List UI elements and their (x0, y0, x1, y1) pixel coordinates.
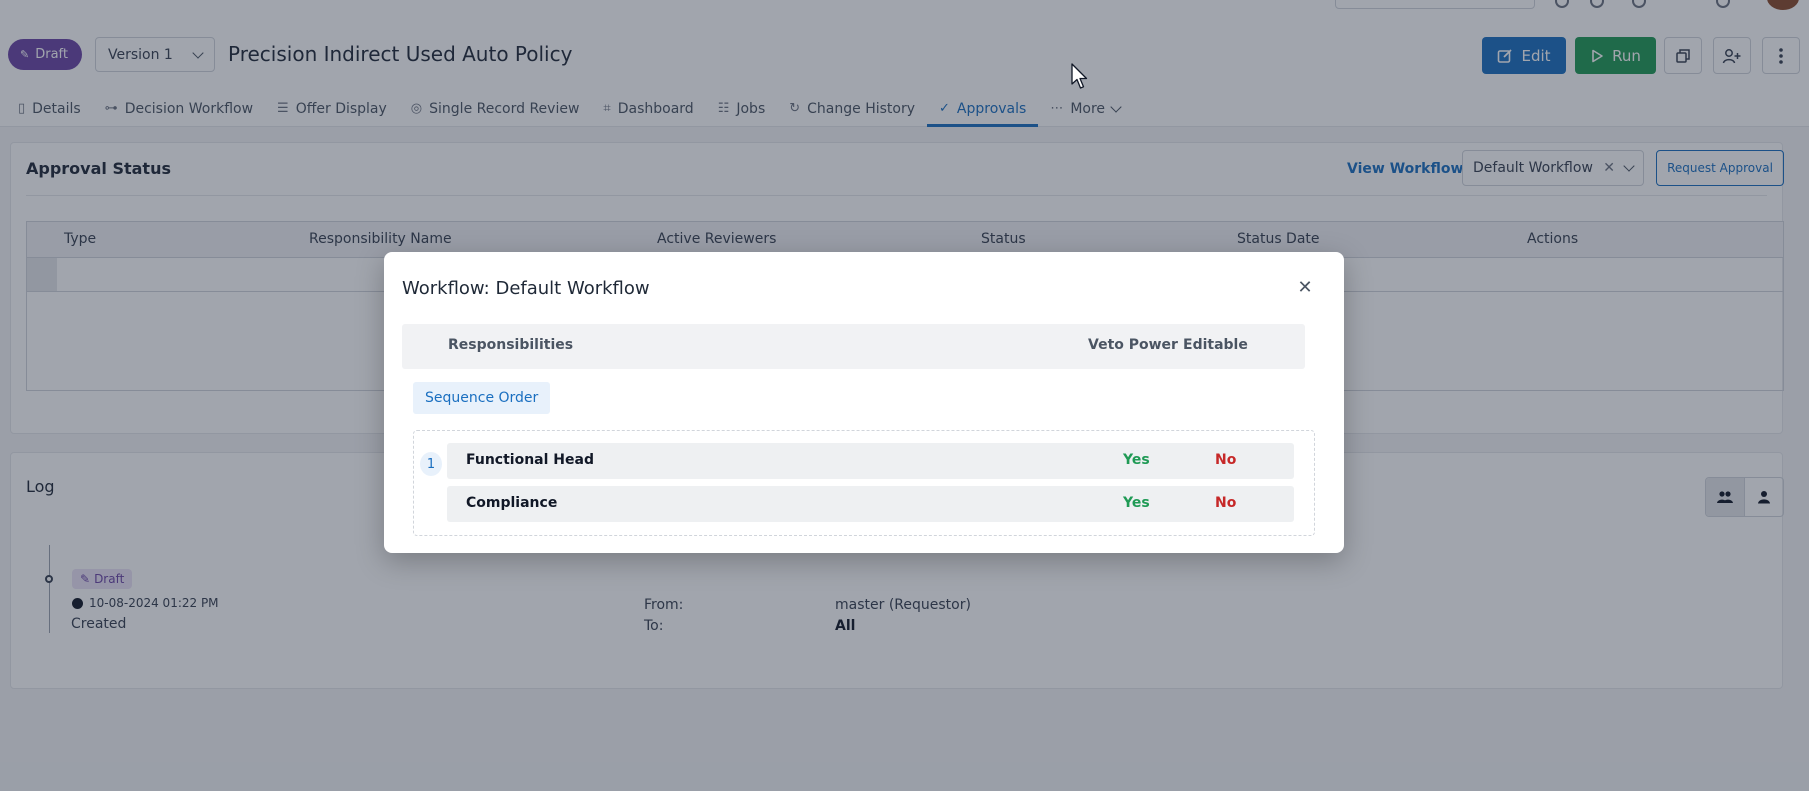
sequence-order-label: Sequence Order (413, 382, 551, 414)
responsibility-row: Functional Head Yes No (447, 443, 1294, 479)
column-header-veto-power: Veto Power (1088, 337, 1178, 353)
veto-power-value: Yes (1123, 495, 1150, 511)
sequence-number-badge: 1 (420, 452, 442, 476)
responsibilities-header: Responsibilities Veto Power Editable (402, 324, 1305, 369)
veto-power-value: Yes (1123, 452, 1150, 468)
sequence-group: 1 Functional Head Yes No Compliance Yes … (413, 430, 1315, 536)
responsibility-row: Compliance Yes No (447, 486, 1294, 522)
workflow-modal: Workflow: Default Workflow ✕ Responsibil… (384, 252, 1344, 553)
editable-value: No (1215, 452, 1237, 468)
mouse-cursor-icon (1071, 63, 1088, 89)
close-icon[interactable]: ✕ (1294, 276, 1316, 298)
editable-value: No (1215, 495, 1237, 511)
responsibility-name: Functional Head (466, 452, 594, 468)
modal-title: Workflow: Default Workflow (402, 278, 650, 299)
column-header-editable: Editable (1183, 337, 1248, 353)
responsibility-name: Compliance (466, 495, 558, 511)
column-header-responsibilities: Responsibilities (448, 337, 574, 353)
